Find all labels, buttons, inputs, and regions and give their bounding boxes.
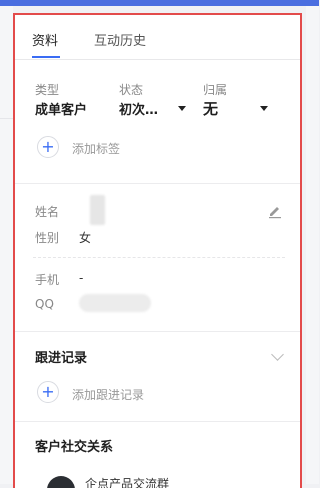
add-tag-plus-icon[interactable]: +: [37, 136, 59, 158]
type-label: 类型: [35, 83, 60, 97]
name-label: 姓名: [35, 205, 60, 219]
group-name[interactable]: 企点产品交流群: [85, 475, 169, 488]
followup-section-title: 跟进记录: [35, 351, 88, 366]
gender-value: 女: [79, 231, 92, 245]
qq-label: QQ: [35, 297, 54, 311]
qq-value-redacted: [79, 294, 151, 312]
owner-dropdown-icon[interactable]: [260, 106, 268, 111]
add-followup-plus-icon[interactable]: +: [37, 381, 59, 403]
owner-label: 归属: [203, 83, 228, 97]
status-dropdown-icon[interactable]: [178, 106, 186, 111]
tab-bar: 资料 互动历史: [15, 15, 300, 60]
section-divider: [15, 183, 300, 184]
background-right-pane: [306, 6, 319, 484]
tab-interaction-history[interactable]: 互动历史: [94, 30, 146, 49]
background-left-pane: [0, 6, 13, 484]
status-label: 状态: [119, 83, 144, 97]
tab-profile[interactable]: 资料: [32, 30, 58, 49]
type-value[interactable]: 成单客户: [35, 99, 87, 118]
background-divider: [0, 118, 13, 119]
owner-select[interactable]: 无: [203, 98, 218, 119]
group-avatar[interactable]: [47, 476, 75, 488]
phone-value: -: [79, 271, 84, 285]
edit-icon[interactable]: [267, 203, 283, 219]
top-header-bar: [0, 0, 319, 6]
status-select[interactable]: 初次…: [119, 99, 158, 118]
gender-label: 性别: [35, 231, 60, 245]
active-tab-indicator: [32, 56, 60, 58]
section-divider: [15, 331, 300, 332]
chevron-down-icon[interactable]: [271, 348, 284, 361]
section-divider: [15, 421, 300, 422]
add-tag-button[interactable]: 添加标签: [72, 140, 120, 157]
add-followup-button[interactable]: 添加跟进记录: [72, 386, 144, 403]
social-section-title: 客户社交关系: [35, 440, 114, 455]
name-value-redacted: [90, 195, 105, 225]
customer-detail-panel: 资料 互动历史 类型 成单客户 状态 初次… 归属 无 + 添加标签 姓名 性别…: [13, 13, 302, 488]
info-dashed-divider: [33, 257, 285, 258]
phone-label: 手机: [35, 273, 60, 287]
